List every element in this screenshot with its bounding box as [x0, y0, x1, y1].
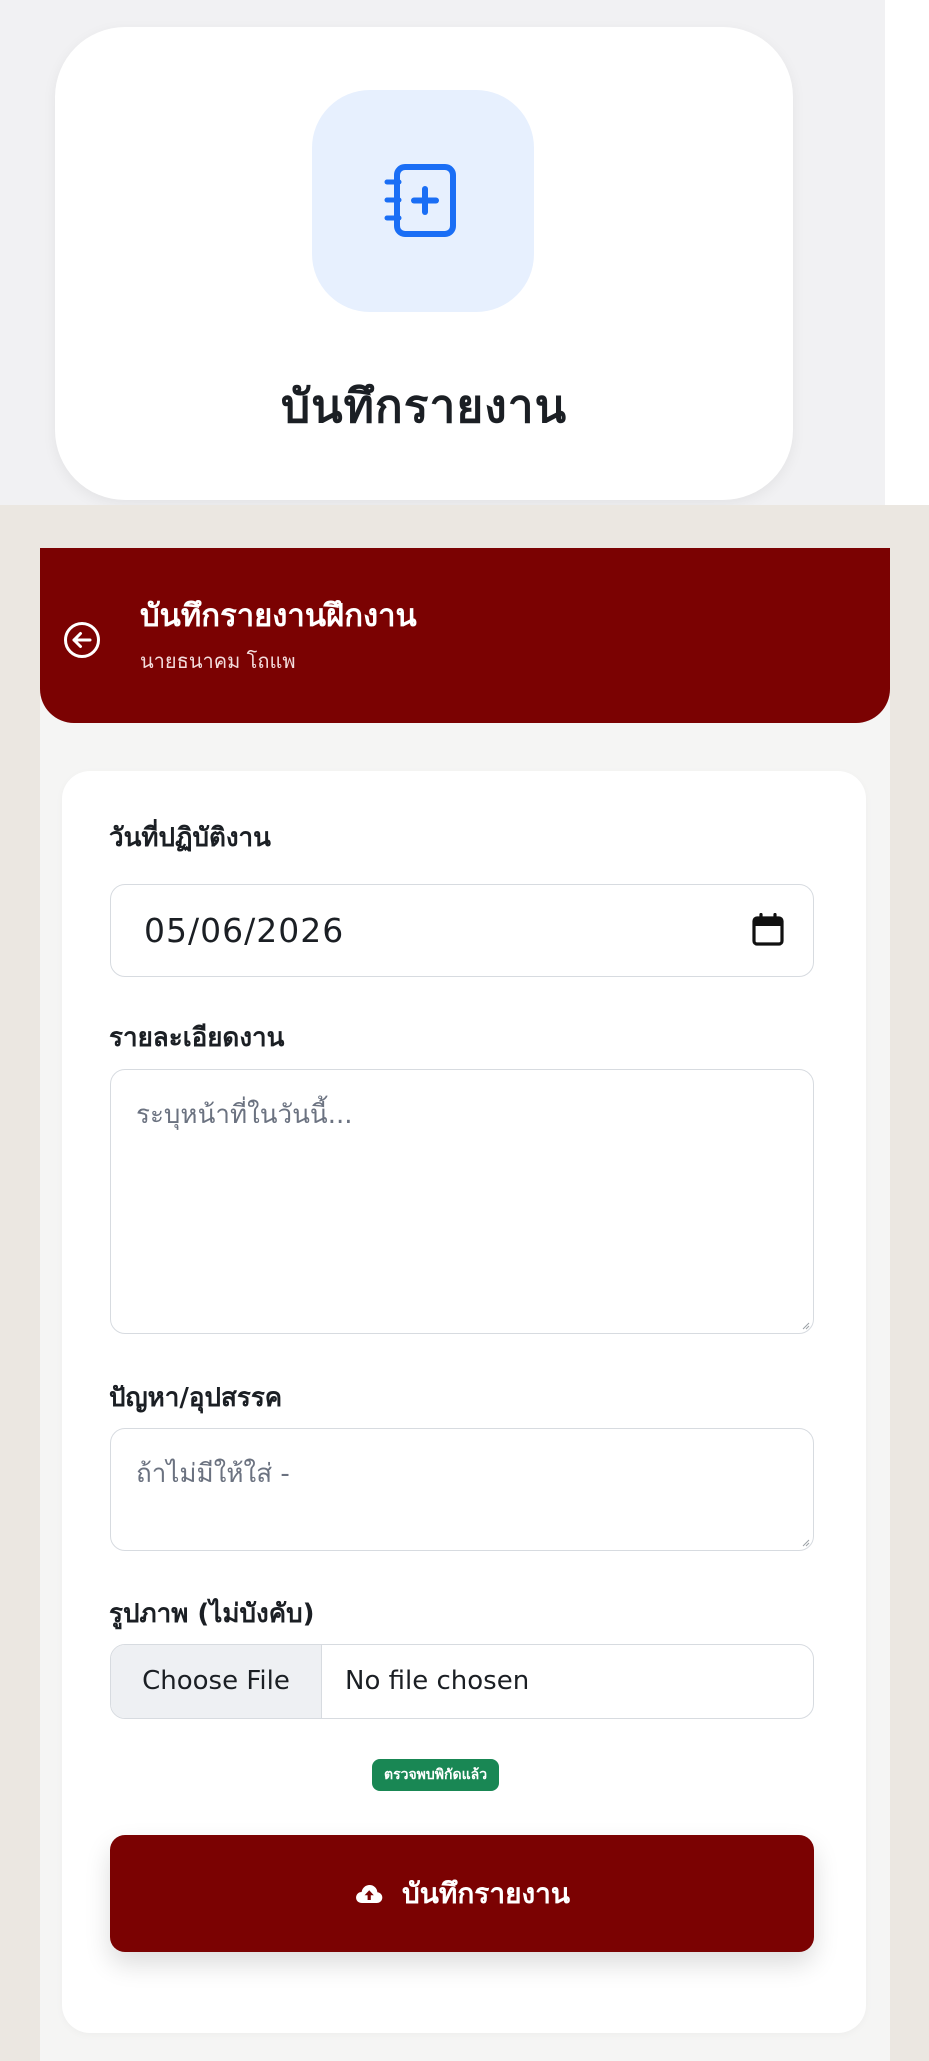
- details-textarea[interactable]: ระบุหน้าที่ในวันนี้...: [110, 1069, 814, 1334]
- details-placeholder: ระบุหน้าที่ในวันนี้...: [136, 1100, 353, 1130]
- app-panel: บันทึกรายงานฝึกงาน นายธนาคม โถแพ วันที่ป…: [40, 548, 890, 2061]
- choose-file-button[interactable]: Choose File: [111, 1645, 322, 1718]
- date-input[interactable]: 05/06/2026: [110, 884, 814, 977]
- details-label: รายละเอียดงาน: [109, 1023, 285, 1053]
- user-name: นายธนาคม โถแพ: [140, 649, 296, 673]
- calendar-icon[interactable]: [751, 913, 785, 947]
- image-file-input[interactable]: Choose File No file chosen: [110, 1644, 814, 1719]
- report-form-card: วันที่ปฏิบัติงาน 05/06/2026 รายละเอียดงา…: [62, 771, 866, 2033]
- date-value: 05/06/2026: [144, 911, 345, 950]
- page-title: บันทึกรายงานฝึกงาน: [140, 598, 417, 634]
- location-status-badge: ตรวจพบพิกัดแล้ว: [372, 1759, 500, 1791]
- submit-report-button[interactable]: บันทึกรายงาน: [110, 1835, 814, 1952]
- back-button[interactable]: [62, 620, 102, 660]
- menu-icon-tile: [312, 90, 534, 312]
- menu-card-title: บันทึกรายงาน: [280, 379, 568, 433]
- resize-grip-icon[interactable]: [801, 1321, 810, 1330]
- arrow-left-circle-icon: [64, 622, 100, 658]
- problems-label: ปัญหา/อุปสรรค: [109, 1383, 283, 1413]
- image-label: รูปภาพ (ไม่บังคับ): [109, 1599, 315, 1629]
- cloud-upload-icon: [356, 1884, 383, 1903]
- no-file-text: No file chosen: [345, 1666, 530, 1696]
- problems-placeholder: ถ้าไม่มีให้ใส่ -: [136, 1459, 290, 1489]
- notebook-plus-icon: [384, 164, 456, 237]
- submit-button-content: บันทึกรายงาน: [110, 1835, 814, 1952]
- form-section: บันทึกรายงานฝึกงาน นายธนาคม โถแพ วันที่ป…: [0, 505, 929, 2061]
- top-section: บันทึกรายงาน: [0, 0, 885, 505]
- menu-card-report[interactable]: บันทึกรายงาน: [55, 27, 793, 500]
- app-header: บันทึกรายงานฝึกงาน นายธนาคม โถแพ: [40, 548, 890, 723]
- problems-textarea[interactable]: ถ้าไม่มีให้ใส่ -: [110, 1428, 814, 1551]
- resize-grip-icon[interactable]: [801, 1538, 810, 1547]
- date-label: วันที่ปฏิบัติงาน: [109, 823, 271, 853]
- submit-button-label: บันทึกรายงาน: [401, 1876, 571, 1910]
